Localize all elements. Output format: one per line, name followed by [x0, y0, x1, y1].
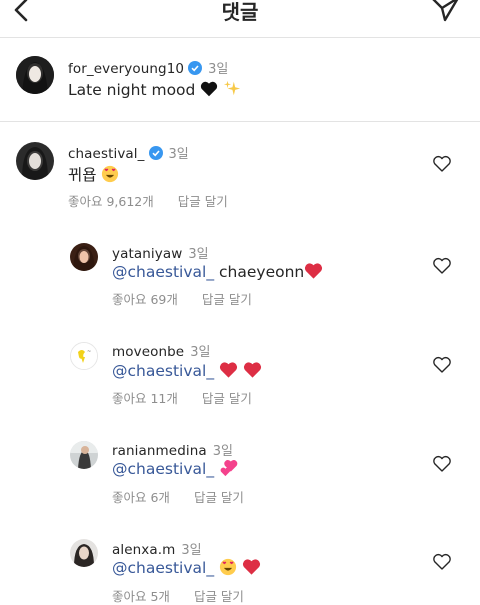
- username[interactable]: moveonbe: [112, 344, 184, 360]
- avatar-photo: [70, 243, 98, 271]
- reply-header: yataniyaw 3일: [112, 243, 209, 262]
- reply-text-row: @chaestival_: [112, 459, 239, 478]
- username[interactable]: chaestival_: [68, 146, 145, 162]
- reply-text: chaeyeonn: [219, 263, 305, 281]
- black-heart-icon: [201, 81, 218, 97]
- reply-button[interactable]: 답글 달기: [202, 391, 252, 406]
- caption-text-row: Late night mood: [68, 80, 241, 99]
- avatar[interactable]: [16, 142, 54, 180]
- comment-header: chaestival_ 3일: [68, 143, 189, 162]
- reply-header: alenxa.m 3일: [112, 539, 202, 558]
- comment-meta: 좋아요 9,612개 답글 달기: [68, 191, 228, 210]
- red-heart-icon: [305, 263, 323, 279]
- red-heart-icon: [242, 559, 261, 575]
- timestamp: 3일: [208, 62, 229, 77]
- reply-button[interactable]: 답글 달기: [178, 194, 228, 209]
- avatar-photo: [16, 142, 54, 180]
- avatar[interactable]: [16, 56, 54, 94]
- post-caption: for_everyoung10 3일 Late night mood: [0, 38, 480, 122]
- like-count[interactable]: 좋아요 5개: [112, 589, 170, 604]
- caption-header: for_everyoung10 3일: [68, 58, 228, 77]
- timestamp: 3일: [181, 543, 202, 558]
- reply-text-row: @chaestival_: [112, 361, 262, 380]
- avatar-photo: ~: [71, 343, 97, 369]
- two-hearts-icon: [220, 460, 238, 477]
- mention-link[interactable]: @chaestival_: [112, 559, 214, 577]
- reply-button[interactable]: 답글 달기: [202, 292, 252, 307]
- username[interactable]: ranianmedina: [112, 443, 207, 459]
- timestamp: 3일: [188, 247, 209, 262]
- reply-meta: 좋아요 5개 답글 달기: [112, 586, 244, 605]
- verified-badge-icon: [188, 61, 203, 75]
- top-bar: 댓글: [0, 0, 480, 38]
- timestamp: 3일: [168, 147, 189, 162]
- reply-meta: 좋아요 6개 답글 달기: [112, 487, 244, 506]
- like-heart-icon[interactable]: [432, 552, 452, 572]
- username[interactable]: yataniyaw: [112, 246, 182, 262]
- timestamp: 3일: [212, 444, 233, 459]
- red-heart-icon: [243, 362, 262, 378]
- avatar[interactable]: [70, 539, 98, 567]
- heart-eyes-face-icon: [219, 558, 237, 576]
- avatar[interactable]: [70, 441, 98, 469]
- username[interactable]: alenxa.m: [112, 542, 175, 558]
- comment-text-row: 뀌욥: [68, 163, 119, 185]
- like-count[interactable]: 좋아요 9,612개: [68, 194, 154, 209]
- send-icon[interactable]: [428, 0, 462, 24]
- timestamp: 3일: [190, 345, 211, 360]
- username[interactable]: for_everyoung10: [68, 61, 184, 77]
- svg-text:~: ~: [87, 349, 91, 355]
- reply-header: ranianmedina 3일: [112, 440, 233, 459]
- avatar[interactable]: [70, 243, 98, 271]
- reply-text-row: @chaestival_ chaeyeonn: [112, 262, 323, 281]
- mention-link[interactable]: @chaestival_: [112, 263, 214, 281]
- avatar[interactable]: ~: [70, 342, 98, 370]
- like-heart-icon[interactable]: [432, 355, 452, 375]
- reply-header: moveonbe 3일: [112, 341, 210, 360]
- reply-meta: 좋아요 11개 답글 달기: [112, 388, 252, 407]
- reply-meta: 좋아요 69개 답글 달기: [112, 289, 252, 308]
- like-heart-icon[interactable]: [432, 454, 452, 474]
- like-count[interactable]: 좋아요 11개: [112, 391, 178, 406]
- like-count[interactable]: 좋아요 69개: [112, 292, 178, 307]
- comment-text: 뀌욥: [68, 166, 97, 184]
- page-title: 댓글: [221, 0, 259, 24]
- avatar-photo: [70, 539, 98, 567]
- mention-link[interactable]: @chaestival_: [112, 460, 214, 478]
- avatar-photo: [16, 56, 54, 94]
- sparkles-icon: [224, 80, 241, 96]
- reply-button[interactable]: 답글 달기: [194, 490, 244, 505]
- caption-text: Late night mood: [68, 81, 196, 99]
- reply-text-row: @chaestival_: [112, 558, 261, 577]
- verified-badge-icon: [148, 146, 163, 160]
- reply-button[interactable]: 답글 달기: [194, 589, 244, 604]
- red-heart-icon: [219, 362, 238, 378]
- avatar-photo: [70, 441, 98, 469]
- like-heart-icon[interactable]: [432, 154, 452, 174]
- mention-link[interactable]: @chaestival_: [112, 362, 214, 380]
- heart-eyes-face-icon: [102, 165, 119, 183]
- like-count[interactable]: 좋아요 6개: [112, 490, 170, 505]
- like-heart-icon[interactable]: [432, 256, 452, 276]
